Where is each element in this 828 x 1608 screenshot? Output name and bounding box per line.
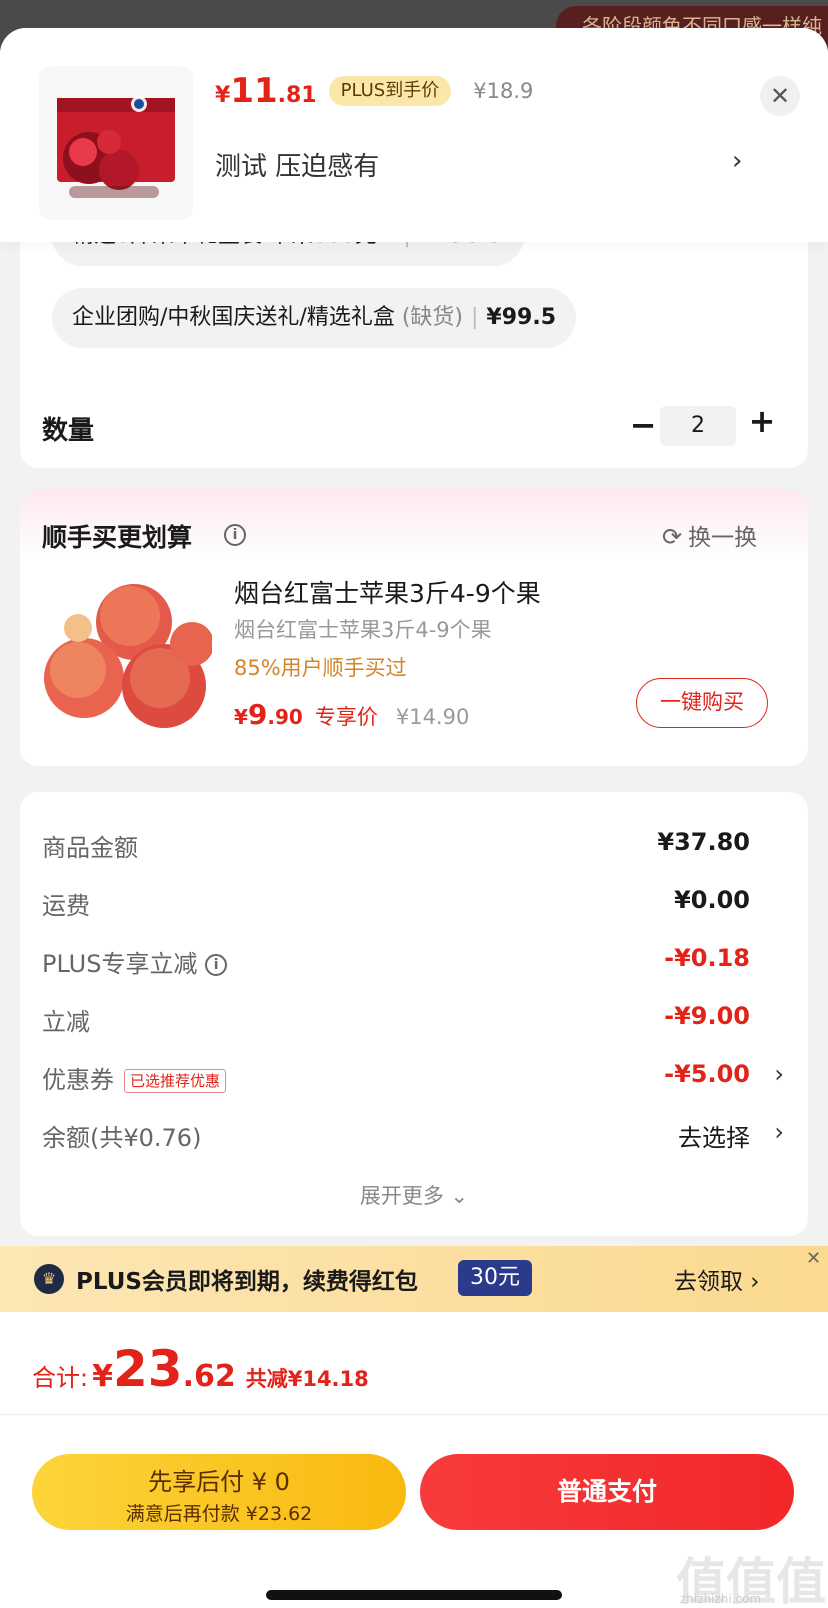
divider xyxy=(0,1414,828,1415)
claim-button[interactable]: 去领取 › xyxy=(674,1262,760,1296)
bundle-price-symbol: ¥ xyxy=(234,705,248,729)
amount-value: ¥0.00 xyxy=(674,886,750,914)
header-price-int: 11 xyxy=(230,71,278,111)
apple-product-image[interactable] xyxy=(42,570,212,736)
bundle-price: ¥9.90 xyxy=(234,698,303,731)
spec-chip-2-status: (缺货) xyxy=(401,305,463,330)
amount-label: 余额(共¥0.76) xyxy=(42,1124,202,1152)
pay-later-subtitle: 满意后再付款 ¥23.62 xyxy=(125,1503,313,1525)
amount-row-balance[interactable]: 余额(共¥0.76) 去选择 › xyxy=(42,1118,786,1158)
swap-button[interactable]: ⟳ 换一换 xyxy=(662,518,757,552)
total-row: 合计: ¥ 23 .62 共减¥14.18 xyxy=(32,1340,369,1398)
spec-separator: | xyxy=(471,305,479,330)
bundle-original-price: ¥14.90 xyxy=(395,705,470,729)
chevron-right-icon[interactable]: › xyxy=(774,1060,784,1088)
close-button[interactable]: ✕ xyxy=(760,76,800,116)
chevron-right-icon[interactable]: › xyxy=(732,146,742,176)
amount-summary-card: 商品金额 ¥37.80 运费 ¥0.00 PLUS专享立减 i -¥0.18 立… xyxy=(20,792,808,1236)
amount-label: PLUS专享立减 i xyxy=(42,944,228,979)
bundle-exclusive-label: 专享价 xyxy=(314,705,378,729)
total-int: 23 xyxy=(112,1340,183,1398)
plus-reward-badge: 30元 xyxy=(458,1260,532,1296)
watermark: 值 值 值 zhizhizhi.com xyxy=(676,1530,828,1608)
swap-label: 换一换 xyxy=(688,525,758,551)
amount-value: -¥0.18 xyxy=(664,944,750,972)
quantity-increase-button[interactable]: + xyxy=(747,402,777,440)
bundle-product-name[interactable]: 烟台红富士苹果3斤4-9个果 xyxy=(234,574,541,610)
amount-label: 运费 xyxy=(42,892,90,920)
bundle-buy-stat: 85%用户顺手买过 xyxy=(234,656,407,680)
chevron-right-icon[interactable]: › xyxy=(774,1118,784,1146)
normal-pay-button[interactable]: 普通支付 xyxy=(420,1454,794,1530)
spec-chip-2[interactable]: 企业团购/中秋国庆送礼/精选礼盒 (缺货) | ¥99.5 xyxy=(52,288,577,348)
pay-later-button[interactable]: 先享后付 ¥ 0 满意后再付款 ¥23.62 xyxy=(32,1454,406,1530)
bundle-price-int: 9 xyxy=(247,698,268,731)
amount-row-instant-discount: 立减 -¥9.00 xyxy=(42,1002,786,1042)
bundle-price-row: ¥9.90 专享价 ¥14.90 xyxy=(234,698,469,731)
coupon-recommended-tag: 已选推荐优惠 xyxy=(124,1069,227,1093)
quantity-input[interactable]: 2 xyxy=(660,406,736,446)
amount-label: 立减 xyxy=(42,1008,90,1036)
amount-label-text: 优惠券 xyxy=(42,1066,114,1094)
spec-chip-2-name: 企业团购/中秋国庆送礼/精选礼盒 xyxy=(72,305,395,330)
spec-chip-2-price: ¥99.5 xyxy=(486,305,557,330)
header-price-row: ¥11.81 PLUS到手价 ¥18.9 xyxy=(215,68,533,114)
quantity-label: 数量 xyxy=(42,416,95,446)
amount-label: 商品金额 xyxy=(42,834,138,862)
plus-price-tag: PLUS到手价 xyxy=(328,76,452,106)
total-saved: 共减¥14.18 xyxy=(245,1367,369,1391)
plus-renewal-banner[interactable]: ♛ PLUS会员即将到期，续费得红包 30元 去领取 › ✕ xyxy=(0,1246,828,1312)
bundle-card: 顺手买更划算 i ⟳ 换一换 烟台红富士苹果3斤4-9个果 烟台红富士苹果3斤4-… xyxy=(20,490,808,766)
expand-more-button[interactable]: 展开更多 ⌄ xyxy=(20,1180,808,1210)
amount-label-text: PLUS专享立减 xyxy=(42,950,198,978)
refresh-icon: ⟳ xyxy=(662,523,683,551)
watermark-url: zhizhizhi.com xyxy=(680,1592,762,1606)
crown-icon: ♛ xyxy=(34,1264,64,1294)
header-price-dec: .81 xyxy=(277,83,317,108)
info-icon[interactable]: i xyxy=(224,524,246,546)
product-title[interactable]: 测试 压迫感有 xyxy=(215,146,379,183)
header-original-price: ¥18.9 xyxy=(473,79,534,103)
amount-row-plus-discount: PLUS专享立减 i -¥0.18 xyxy=(42,944,786,984)
amount-row-coupon[interactable]: 优惠券 已选推荐优惠 -¥5.00 › xyxy=(42,1060,786,1100)
bundle-title: 顺手买更划算 xyxy=(42,523,193,552)
pay-later-title: 先享后付 ¥ 0 xyxy=(148,1468,290,1496)
total-symbol: ¥ xyxy=(92,1359,113,1394)
total-label: 合计: xyxy=(32,1364,89,1392)
info-icon[interactable]: i xyxy=(205,954,228,976)
bundle-product-subtitle: 烟台红富士苹果3斤4-9个果 xyxy=(234,618,492,642)
amount-value: -¥5.00 xyxy=(664,1060,750,1088)
close-icon[interactable]: ✕ xyxy=(806,1248,821,1269)
one-click-buy-button[interactable]: 一键购买 xyxy=(636,678,768,728)
header-price-symbol: ¥ xyxy=(215,83,231,108)
total-dec: .62 xyxy=(182,1359,236,1394)
amount-value: ¥37.80 xyxy=(657,828,750,856)
quantity-decrease-button[interactable]: − xyxy=(628,406,658,444)
plus-banner-text: PLUS会员即将到期，续费得红包 xyxy=(76,1269,418,1295)
amount-label: 优惠券 已选推荐优惠 xyxy=(42,1060,227,1095)
amount-row-shipping: 运费 ¥0.00 xyxy=(42,886,786,926)
header-price: ¥11.81 xyxy=(215,71,317,111)
product-thumbnail xyxy=(39,66,193,220)
amount-value: -¥9.00 xyxy=(664,1002,750,1030)
balance-select-link[interactable]: 去选择 xyxy=(678,1118,750,1153)
product-header: ¥11.81 PLUS到手价 ¥18.9 测试 压迫感有 › ✕ xyxy=(0,28,828,242)
amount-row-subtotal: 商品金额 ¥37.80 xyxy=(42,828,786,868)
watermark-glyph: 值 xyxy=(776,1553,826,1608)
checkout-bar: 合计: ¥ 23 .62 共减¥14.18 先享后付 ¥ 0 满意后再付款 ¥2… xyxy=(0,1312,828,1608)
bundle-price-dec: .90 xyxy=(267,705,303,729)
home-indicator[interactable] xyxy=(266,1590,562,1600)
